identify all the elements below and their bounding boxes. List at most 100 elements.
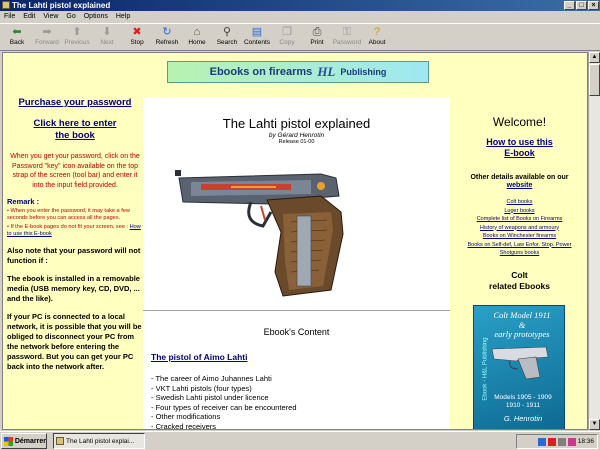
page-content[interactable]: Ebooks on firearms HL Publishing Purchas… [2, 52, 588, 430]
link-shotguns-books[interactable]: Shotguns books [450, 249, 587, 258]
remark-text-2: If the E-book pages do not fit your scre… [10, 224, 129, 230]
print-button[interactable]: ⎙ Print [302, 24, 332, 51]
link-winchester-books[interactable]: Books on Winchester firearms [450, 232, 587, 241]
scroll-thumb[interactable] [589, 64, 600, 96]
cover-title: Colt Model 1911 & early prototypes [484, 310, 560, 340]
toolbar-button-label: Previous [64, 39, 90, 46]
how-to-use-link[interactable]: How to use this E-book [450, 137, 587, 159]
list-item: - Cracked receivers [151, 421, 217, 430]
colt-ebooks-heading: Colt related Ebooks [450, 269, 587, 292]
banner-publishing: Publishing [340, 67, 387, 77]
menu-file[interactable]: File [4, 11, 15, 23]
system-tray: 18:36 [516, 434, 598, 449]
purchase-password-link[interactable]: Purchase your password [7, 97, 143, 108]
book-author: by Gérard Henrotin [268, 132, 325, 139]
welcome-heading: Welcome! [492, 115, 547, 129]
volume-icon[interactable] [557, 437, 566, 446]
scroll-down-button[interactable]: ▼ [589, 419, 600, 430]
cover-author: G. Henrotin [503, 414, 543, 423]
toolbar: ⬅ Back ➡ Forward ⬆ Previous ⬇ Next ✖ Stop ↻ Refresh… [0, 23, 600, 51]
toolbar-button-label: Refresh [155, 39, 179, 46]
refresh-button[interactable]: ↻ Refresh [152, 24, 182, 51]
toolbar-button-label: Search [216, 39, 238, 46]
stop-button[interactable]: ✖ Stop [122, 24, 152, 51]
content-separator [143, 310, 450, 311]
contents-icon: ▤ [251, 26, 263, 38]
list-item: - VKT Lahti pistols (four types) [151, 383, 252, 393]
enter-book-line2: the book [55, 130, 95, 141]
next-button[interactable]: ⬇ Next [92, 24, 122, 51]
link-books-on-firearms[interactable]: Complete list of Books on Firearms [450, 215, 587, 224]
forward-button[interactable]: ➡ Forward [32, 24, 62, 51]
publisher-banner[interactable]: Ebooks on firearms HL Publishing [167, 61, 429, 83]
password-instructions: When you get your password, click on the… [10, 153, 140, 189]
password-key-icon: ⚿ [342, 26, 352, 38]
contents-button[interactable]: ▤ Contents [242, 24, 272, 51]
taskbar-item-label: The Lahti pistol explai... [66, 437, 135, 445]
close-button[interactable]: × [588, 1, 599, 10]
related-links: Colt books Luger books Complete list of … [450, 198, 587, 258]
vertical-scrollbar[interactable]: ▲ ▼ [588, 52, 600, 430]
menu-edit[interactable]: Edit [23, 11, 35, 23]
toolbar-button-label: Contents [243, 39, 271, 46]
banner-logo: HL [317, 64, 336, 79]
right-column: Welcome! How to use this E-book Other de… [450, 97, 587, 292]
home-button[interactable]: ⌂ Home [182, 24, 212, 51]
window-title: The Lahti pistol explained [12, 1, 111, 10]
password-button[interactable]: ⚿ Password [332, 24, 362, 51]
how-to-use-line2: E-book [504, 148, 535, 158]
copy-icon: ❐ [282, 26, 292, 38]
toolbar-button-label: Copy [279, 39, 295, 46]
network-icon[interactable] [537, 437, 546, 446]
list-item: - Four types of receiver can be encounte… [151, 402, 297, 412]
start-button[interactable]: Démarrer [1, 433, 47, 449]
link-self-defense-books[interactable]: Books on Self-def, Law Enfor. Stop. Powe… [450, 241, 587, 250]
window-controls: _ □ × [564, 1, 599, 10]
colt-ebook-cover[interactable]: Colt Model 1911 & early prototypes Ebook… [473, 305, 565, 429]
up-arrow-icon: ⬆ [72, 26, 82, 38]
remark-text-1: When you enter the password, it may take… [7, 208, 130, 221]
app-icon [2, 1, 10, 9]
about-button[interactable]: ? About [362, 24, 392, 51]
menu-help[interactable]: Help [116, 11, 130, 23]
book-title: The Lahti pistol explained [222, 116, 371, 131]
browser-window: The Lahti pistol explained _ □ × File Ed… [0, 0, 600, 450]
menu-go[interactable]: Go [66, 11, 75, 23]
link-colt-books[interactable]: Colt books [450, 198, 587, 207]
toolbar-button-label: Forward [35, 39, 59, 46]
website-link[interactable]: website [450, 182, 587, 189]
cover-years: Models 1905 - 1909 1910 - 1911 [488, 394, 558, 410]
toolbar-button-label: Stop [130, 39, 144, 46]
copy-button[interactable]: ❐ Copy [272, 24, 302, 51]
taskbar-item-ebook[interactable]: The Lahti pistol explai... [53, 433, 145, 449]
colt-pistol-image [491, 346, 549, 380]
about-icon: ? [373, 26, 381, 38]
enter-book-line1: Click here to enter [33, 118, 117, 129]
other-details-text: Other details available on our [470, 174, 569, 181]
back-button[interactable]: ⬅ Back [2, 24, 32, 51]
pistol-of-aimo-lahti-link[interactable]: The pistol of Aimo Lahti [151, 352, 247, 362]
link-history-of-weapons[interactable]: History of weapons and armoury [450, 224, 587, 233]
list-item: - Other modifications [151, 412, 221, 421]
remark-title: Remark : [7, 197, 40, 206]
search-button[interactable]: ⚲ Search [212, 24, 242, 51]
menu-options[interactable]: Options [84, 11, 108, 23]
refresh-icon: ↻ [162, 26, 172, 38]
mail-icon[interactable] [567, 437, 576, 446]
left-column: Purchase your password Click here to ent… [7, 97, 143, 372]
colt-heading-line1: Colt [511, 269, 528, 280]
link-luger-books[interactable]: Luger books [450, 207, 587, 216]
lahti-pistol-image [175, 170, 344, 297]
previous-button[interactable]: ⬆ Previous [62, 24, 92, 51]
minimize-button[interactable]: _ [564, 1, 575, 10]
menu-view[interactable]: View [43, 11, 58, 23]
content-list: - The career of Aimo Juhannes Lahti - VK… [151, 374, 297, 430]
antivirus-icon[interactable] [547, 437, 556, 446]
ebook-app-icon [56, 437, 64, 445]
start-label: Démarrer [14, 437, 46, 445]
cover-years-line1: Models 1905 - 1909 [494, 394, 552, 401]
maximize-button[interactable]: □ [576, 1, 587, 10]
network-note: If your PC is connected to a local netwo… [7, 312, 142, 371]
enter-book-link[interactable]: Click here to enter the book [7, 118, 143, 142]
scroll-up-button[interactable]: ▲ [589, 52, 600, 63]
